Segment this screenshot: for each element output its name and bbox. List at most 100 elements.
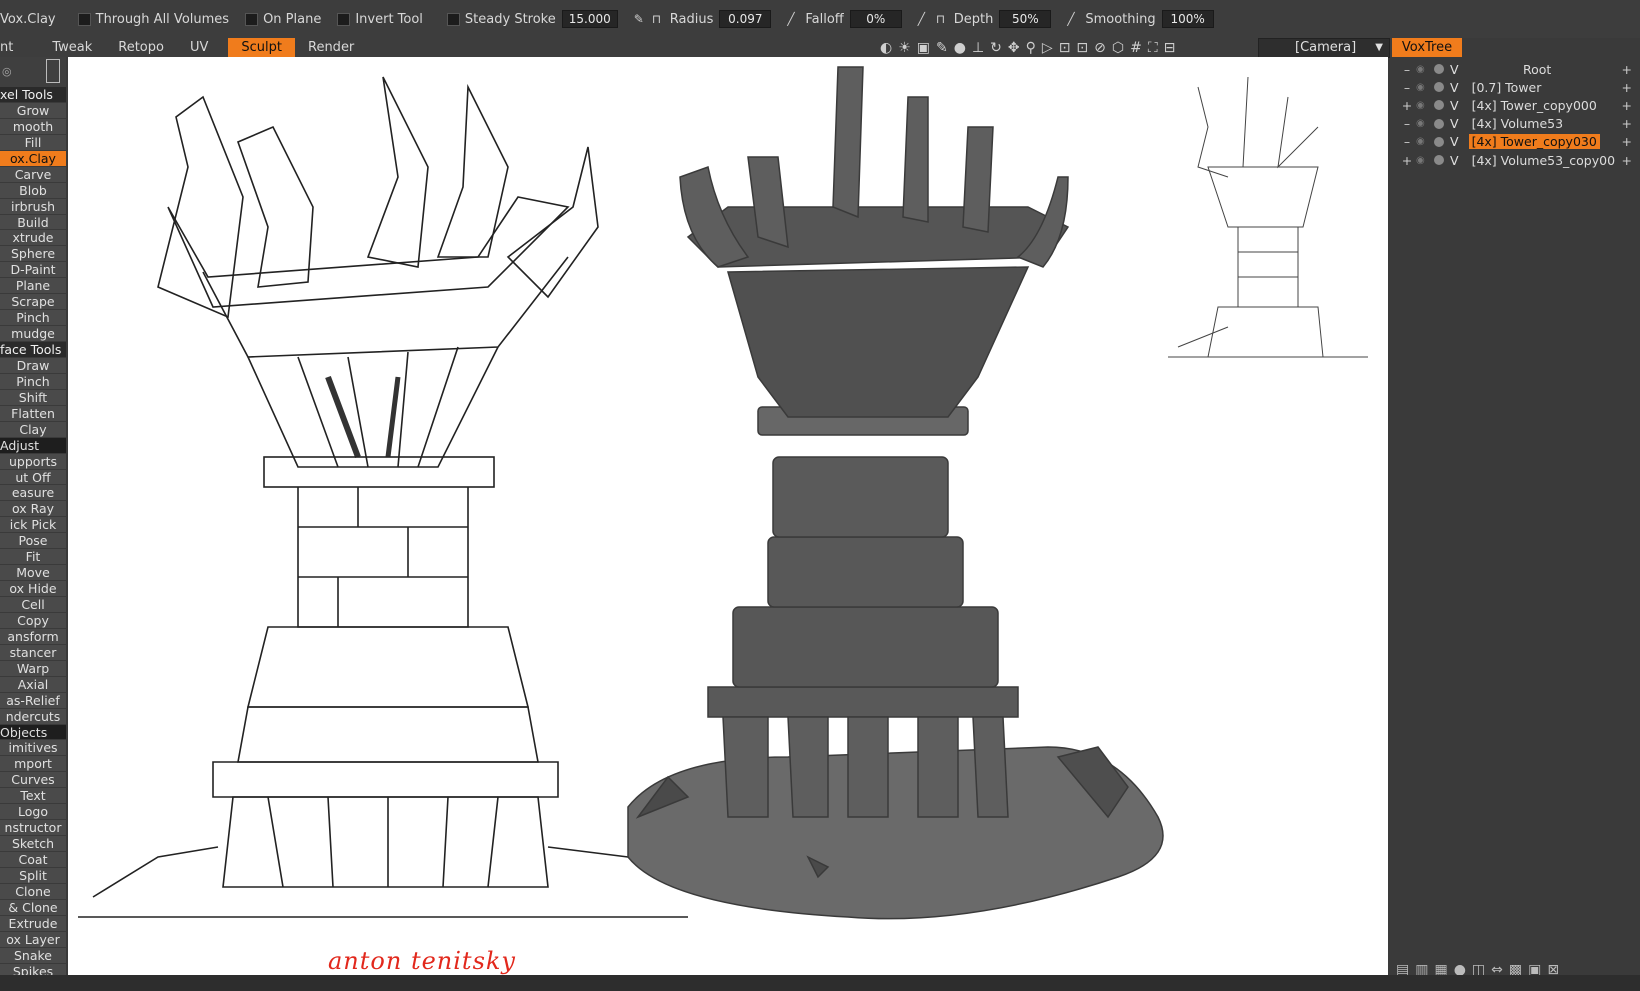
- sidebar-tool-item[interactable]: mooth: [0, 119, 66, 135]
- visibility-eye-icon[interactable]: ◉: [1416, 136, 1430, 147]
- sidebar-tool-item[interactable]: Flatten: [0, 406, 66, 422]
- play-icon[interactable]: ▷: [1042, 40, 1053, 56]
- shader-sphere-icon[interactable]: [1434, 118, 1444, 129]
- sidebar-tool-item[interactable]: imitives: [0, 740, 66, 757]
- drop-icon[interactable]: ●: [954, 40, 966, 56]
- voxel-mode-label[interactable]: V: [1450, 80, 1459, 95]
- voxtree-row[interactable]: + ◉ V [4x] Volume53_copy00 +: [1392, 151, 1640, 169]
- sidebar-tool-item[interactable]: upports: [0, 454, 66, 470]
- shader-sphere-icon[interactable]: [1434, 100, 1444, 111]
- expand-toggle-icon[interactable]: –: [1400, 80, 1414, 95]
- voxel-mode-label[interactable]: V: [1450, 134, 1459, 149]
- camera-dropdown[interactable]: [Camera] ▼: [1258, 38, 1390, 58]
- voxtree-row[interactable]: – ◉ V [4x] Tower_copy030 +: [1392, 133, 1640, 151]
- expand-toggle-icon[interactable]: –: [1400, 116, 1414, 131]
- sidebar-tool-item[interactable]: Carve: [0, 167, 66, 183]
- voxel-mode-label[interactable]: V: [1450, 62, 1459, 77]
- visibility-eye-icon[interactable]: ◉: [1416, 82, 1430, 93]
- sidebar-tool-item[interactable]: Pinch: [0, 310, 66, 327]
- visibility-eye-icon[interactable]: ◉: [1416, 118, 1430, 129]
- tool-preview-box[interactable]: [46, 59, 60, 83]
- rotate-icon[interactable]: ↻: [990, 40, 1002, 56]
- sidebar-tool-item[interactable]: ndercuts: [0, 709, 66, 725]
- light-icon[interactable]: ☀: [898, 40, 911, 56]
- tab-sculpt[interactable]: Sculpt: [228, 38, 295, 57]
- depth-pen-icon[interactable]: ╱: [918, 12, 932, 26]
- symmetry-icon[interactable]: ⊥: [972, 40, 984, 56]
- expand-toggle-icon[interactable]: +: [1400, 98, 1414, 113]
- volume-name[interactable]: Root: [1520, 62, 1554, 77]
- sidebar-tool-item[interactable]: Cell: [0, 597, 66, 613]
- voxtree-row[interactable]: – ◉ V [0.7] Tower +: [1392, 78, 1640, 96]
- sidebar-tool-item[interactable]: xtrude: [0, 230, 66, 247]
- add-icon[interactable]: +: [1622, 153, 1632, 168]
- sidebar-tool-item[interactable]: Extrude: [0, 916, 66, 932]
- sidebar-tool-item[interactable]: ansform: [0, 629, 66, 645]
- sidebar-tool-item[interactable]: Coat: [0, 852, 66, 868]
- sidebar-tool-item[interactable]: D-Paint: [0, 262, 66, 279]
- smoothing-pen-icon[interactable]: ╱: [1067, 12, 1081, 26]
- add-icon[interactable]: +: [1622, 98, 1632, 113]
- visibility-eye-icon[interactable]: ◉: [1416, 155, 1430, 166]
- sidebar-tool-item[interactable]: Spikes: [0, 964, 66, 975]
- shader-sphere-icon[interactable]: [1434, 155, 1444, 165]
- sidebar-tool-item[interactable]: Move: [0, 565, 66, 582]
- steady-stroke-value[interactable]: 15.000: [561, 10, 618, 28]
- tab-render[interactable]: Render: [295, 38, 367, 57]
- voxel-mode-label[interactable]: V: [1450, 153, 1459, 168]
- sidebar-tool-item[interactable]: mudge: [0, 326, 66, 342]
- sidebar-tool-item[interactable]: Pinch: [0, 374, 66, 390]
- sidebar-tool-item[interactable]: Curves: [0, 772, 66, 789]
- sidebar-tool-item[interactable]: Logo: [0, 804, 66, 821]
- sidebar-tool-item[interactable]: ox.Clay: [0, 150, 66, 167]
- voxtree-root-row[interactable]: – ◉ V Root +: [1392, 60, 1640, 78]
- frame-all-icon[interactable]: ⊡: [1059, 40, 1071, 56]
- forbid-icon[interactable]: ⊘: [1094, 40, 1106, 56]
- falloff-option[interactable]: ╱ Falloff 0%: [787, 10, 902, 28]
- add-icon[interactable]: +: [1622, 62, 1632, 77]
- sidebar-tool-item[interactable]: mport: [0, 756, 66, 773]
- sidebar-tool-item[interactable]: nstructor: [0, 820, 66, 837]
- sidebar-tool-item[interactable]: stancer: [0, 645, 66, 661]
- sidebar-tool-item[interactable]: Sketch: [0, 836, 66, 852]
- sidebar-tool-item[interactable]: Text: [0, 788, 66, 805]
- volume-name[interactable]: [4x] Volume53_copy00: [1469, 153, 1618, 168]
- fit-icon[interactable]: ⛶: [1148, 40, 1158, 56]
- sidebar-tool-item[interactable]: Build: [0, 215, 66, 231]
- expand-toggle-icon[interactable]: –: [1400, 134, 1414, 149]
- move-icon[interactable]: ✥: [1008, 40, 1020, 56]
- image-icon[interactable]: ▣: [917, 40, 930, 56]
- cube-icon[interactable]: ⬡: [1112, 40, 1124, 56]
- sidebar-tool-item[interactable]: ut Off: [0, 470, 66, 486]
- sidebar-tool-item[interactable]: irbrush: [0, 199, 66, 215]
- depth-option[interactable]: ╱ ⊓ Depth 50%: [918, 10, 1052, 28]
- invert-tool-checkbox[interactable]: [337, 12, 351, 26]
- pen-pressure-icon[interactable]: ✎: [634, 12, 648, 26]
- smoothing-option[interactable]: ╱ Smoothing 100%: [1067, 10, 1214, 28]
- invert-tool-option[interactable]: Invert Tool: [337, 12, 423, 27]
- pen-icon[interactable]: ⊡: [1076, 40, 1088, 56]
- sidebar-tool-item[interactable]: Sphere: [0, 246, 66, 263]
- depth-lock-icon[interactable]: ⊓: [936, 12, 950, 26]
- steady-stroke-option[interactable]: Steady Stroke 15.000: [446, 10, 618, 28]
- volume-name[interactable]: [4x] Tower_copy030: [1468, 134, 1600, 150]
- lock-icon[interactable]: ⊓: [652, 12, 666, 26]
- sidebar-tool-item[interactable]: Copy: [0, 613, 66, 629]
- through-all-volumes-checkbox[interactable]: [77, 12, 91, 26]
- add-icon[interactable]: +: [1622, 116, 1632, 131]
- sidebar-tool-item[interactable]: ick Pick: [0, 517, 66, 534]
- radius-value[interactable]: 0.097: [719, 10, 772, 28]
- grid-icon[interactable]: #: [1130, 40, 1142, 56]
- sidebar-tool-item[interactable]: Blob: [0, 183, 66, 199]
- sidebar-tool-item[interactable]: & Clone: [0, 900, 66, 916]
- on-plane-checkbox[interactable]: [245, 12, 259, 26]
- on-plane-option[interactable]: On Plane: [245, 12, 321, 27]
- sidebar-tool-item[interactable]: ox Layer: [0, 932, 66, 948]
- sidebar-tool-item[interactable]: ox Ray: [0, 501, 66, 518]
- sidebar-tool-item[interactable]: ox Hide: [0, 581, 66, 597]
- sidebar-tool-item[interactable]: Fill: [0, 135, 66, 151]
- tab-uv[interactable]: UV: [177, 38, 228, 57]
- tab-retopo[interactable]: Retopo: [105, 38, 177, 57]
- sidebar-tool-item[interactable]: Fit: [0, 549, 66, 566]
- sidebar-tool-item[interactable]: Grow: [0, 103, 66, 119]
